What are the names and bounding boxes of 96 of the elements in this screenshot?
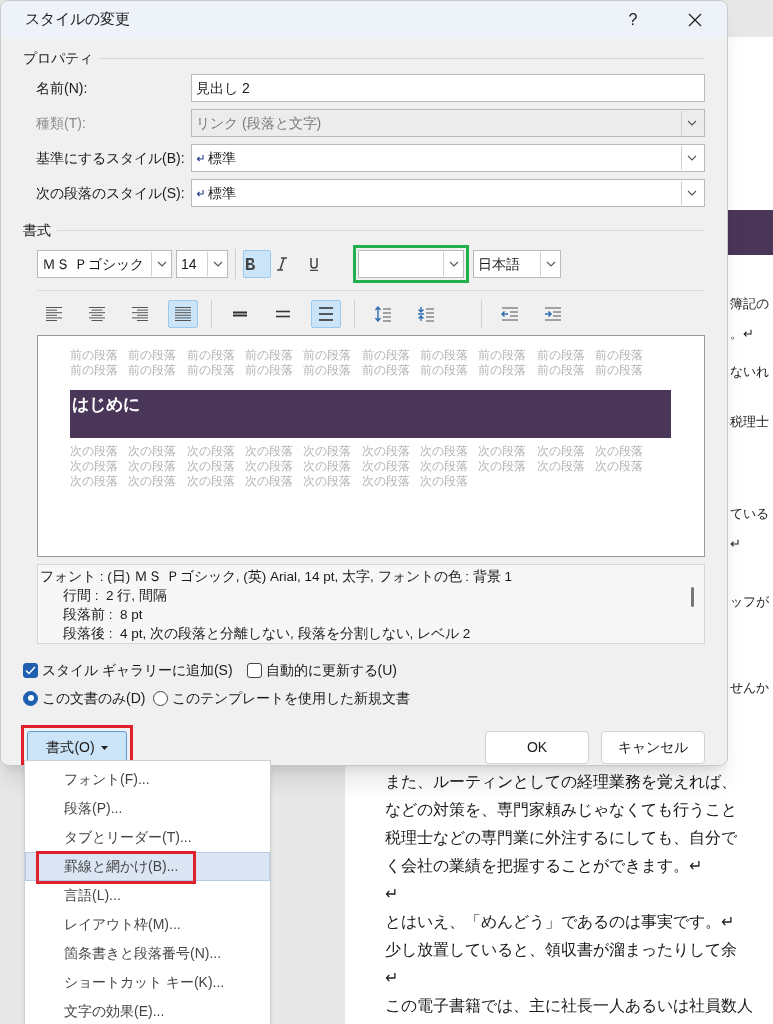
decrease-indent-icon: [501, 306, 519, 322]
bold-button[interactable]: [243, 250, 271, 278]
document-text: 税理士: [730, 413, 769, 431]
document-text: ↵: [730, 535, 741, 553]
style-dropdown[interactable]: 標準: [191, 179, 705, 207]
sample-text: 次の段落 次の段落 次の段落 次の段落 次の段落 次の段落 次の段落 次の段落 次の段落 次の段落: [70, 444, 644, 459]
document-text: この電子書籍では、主に社長一人あるいは社員数人: [385, 996, 753, 1016]
scrollbar-thumb: [691, 587, 694, 607]
document-text: などの対策を、専門家頼みじゃなくても行うこと: [385, 800, 738, 820]
document-text: ↵: [385, 968, 399, 988]
name-field[interactable]: 見出し 2: [191, 74, 705, 102]
window-title: スタイルの変更: [25, 9, 131, 30]
align-left-icon: [45, 306, 63, 322]
paragraph-mark-icon: [196, 153, 205, 163]
underline-icon: [308, 257, 320, 271]
document-text: ないれ: [730, 363, 769, 381]
chevron-down-icon: [448, 261, 459, 267]
radio-label: この文書のみ(D): [42, 688, 146, 708]
field-label: 名前(N):: [36, 78, 89, 98]
document-text: く会社の業績を把握することができます。↵: [385, 856, 703, 876]
increase-spacing-icon: [374, 306, 392, 322]
heading-bar: [728, 210, 773, 255]
menu-item[interactable]: フォント(F)...: [25, 765, 270, 794]
checkbox-label: スタイル ギャラリーに追加(S): [42, 660, 233, 680]
heading-sample: はじめに: [72, 395, 140, 414]
cancel-button[interactable]: キャンセル: [601, 731, 705, 764]
font-dropdown[interactable]: ＭＳ Ｐゴシック: [37, 250, 172, 278]
field-label: 次の段落のスタイル(S):: [36, 183, 186, 203]
bold-icon: [244, 257, 256, 271]
ok-button[interactable]: OK: [485, 731, 589, 764]
chevron-down-icon: [687, 155, 697, 161]
section-heading: 書式: [23, 220, 51, 240]
description-text: 段落前 : 8 pt: [62, 606, 143, 624]
field-label: 種類(T):: [36, 113, 87, 133]
menu-item[interactable]: タブとリーダー(T)...: [25, 823, 270, 852]
field-value: リンク (段落と文字): [196, 113, 322, 133]
chevron-down-icon: [687, 120, 697, 126]
sample-text: 次の段落 次の段落 次の段落 次の段落 次の段落 次の段落 次の段落 次の段落 次の段落 次の段落: [70, 459, 644, 474]
document-text: また、ルーティンとしての経理業務を覚えれば、: [385, 772, 738, 792]
chevron-down-icon: [212, 261, 223, 267]
checkbox[interactable]: [23, 662, 38, 678]
sample-text: 前の段落 前の段落 前の段落 前の段落 前の段落 前の段落 前の段落 前の段落 前の段落 前の段落: [70, 363, 644, 378]
menu-item[interactable]: 箇条書きと段落番号(N)...: [25, 939, 270, 968]
document-text: 少し放置していると、領収書が溜まったりして余: [385, 940, 738, 960]
paragraph-mark-icon: [196, 188, 205, 198]
check-icon: [25, 665, 36, 675]
language-dropdown[interactable]: 日本語: [473, 250, 561, 278]
menu-item[interactable]: 文字の効果(E)...: [25, 997, 270, 1024]
checkbox-label: 自動的に更新する(U): [265, 660, 397, 680]
justify-icon: [174, 306, 192, 322]
double-spacing-icon: [317, 306, 335, 322]
document-text: せんか: [730, 679, 769, 697]
align-center-icon: [88, 306, 106, 322]
double-spacing-button[interactable]: [311, 300, 341, 328]
increase-indent-icon: [544, 306, 562, 322]
document-text: 税理士などの専門業に外注するにしても、自分で: [385, 828, 738, 848]
document-text: ている: [730, 505, 769, 523]
chevron-down-icon: [545, 261, 556, 267]
checkbox[interactable]: [246, 662, 262, 678]
radio-button[interactable]: [153, 690, 169, 706]
combo-value: 日本語: [477, 254, 521, 274]
radio-button[interactable]: [23, 690, 38, 706]
menu-item[interactable]: 言語(L)...: [25, 881, 270, 910]
document-text: ↵: [385, 884, 399, 904]
menu-item[interactable]: 段落(P)...: [25, 794, 270, 823]
font-size-dropdown[interactable]: 14: [176, 250, 228, 278]
document-text: 。↵: [730, 325, 754, 343]
radio-label: このテンプレートを使用した新規文書: [172, 688, 411, 708]
justify-button[interactable]: [168, 300, 198, 328]
document-text: とはいえ、「めんどう」であるのは事実です。↵: [385, 912, 735, 932]
menu-item[interactable]: 罫線と網かけ(B)...: [25, 852, 270, 881]
description-text: フォント : (日) ＭＳ Ｐゴシック, (英) Arial, 14 pt, 太字, フォントの色 : 背景 1: [40, 568, 513, 586]
italic-icon: [276, 257, 288, 271]
help-button[interactable]: ?: [613, 4, 653, 35]
description-text: 段落後 : 4 pt, 次の段落と分離しない, 段落を分割しない, レベル 2: [62, 625, 471, 643]
combo-value: 14: [180, 254, 198, 274]
close-icon: [688, 12, 702, 27]
document-text: ッフが: [730, 593, 769, 611]
field-label: 基準にするスタイル(B):: [36, 148, 186, 168]
menu-item[interactable]: レイアウト枠(M)...: [25, 910, 270, 939]
field-value: 見出し 2: [196, 78, 250, 98]
chevron-down-icon: [156, 261, 167, 267]
sample-text: 前の段落 前の段落 前の段落 前の段落 前の段落 前の段落 前の段落 前の段落 前の段落 前の段落: [70, 348, 644, 363]
sample-text: 次の段落 次の段落 次の段落 次の段落 次の段落 次の段落 次の段落: [70, 474, 469, 489]
field-value: 標準: [208, 183, 236, 203]
style-dropdown[interactable]: 標準: [191, 144, 705, 172]
chevron-down-icon: [687, 190, 697, 196]
field-value: 標準: [208, 148, 236, 168]
document-text: 簿記の: [730, 295, 769, 313]
align-right-icon: [131, 306, 149, 322]
section-heading: プロパティ: [23, 48, 93, 68]
menu-item[interactable]: ショートカット キー(K)...: [25, 968, 270, 997]
combo-value: ＭＳ Ｐゴシック: [41, 254, 145, 274]
decrease-spacing-icon: [417, 306, 435, 322]
caret-icon: [100, 745, 108, 750]
description-text: 行間 : 2 行, 間隔: [62, 587, 167, 605]
